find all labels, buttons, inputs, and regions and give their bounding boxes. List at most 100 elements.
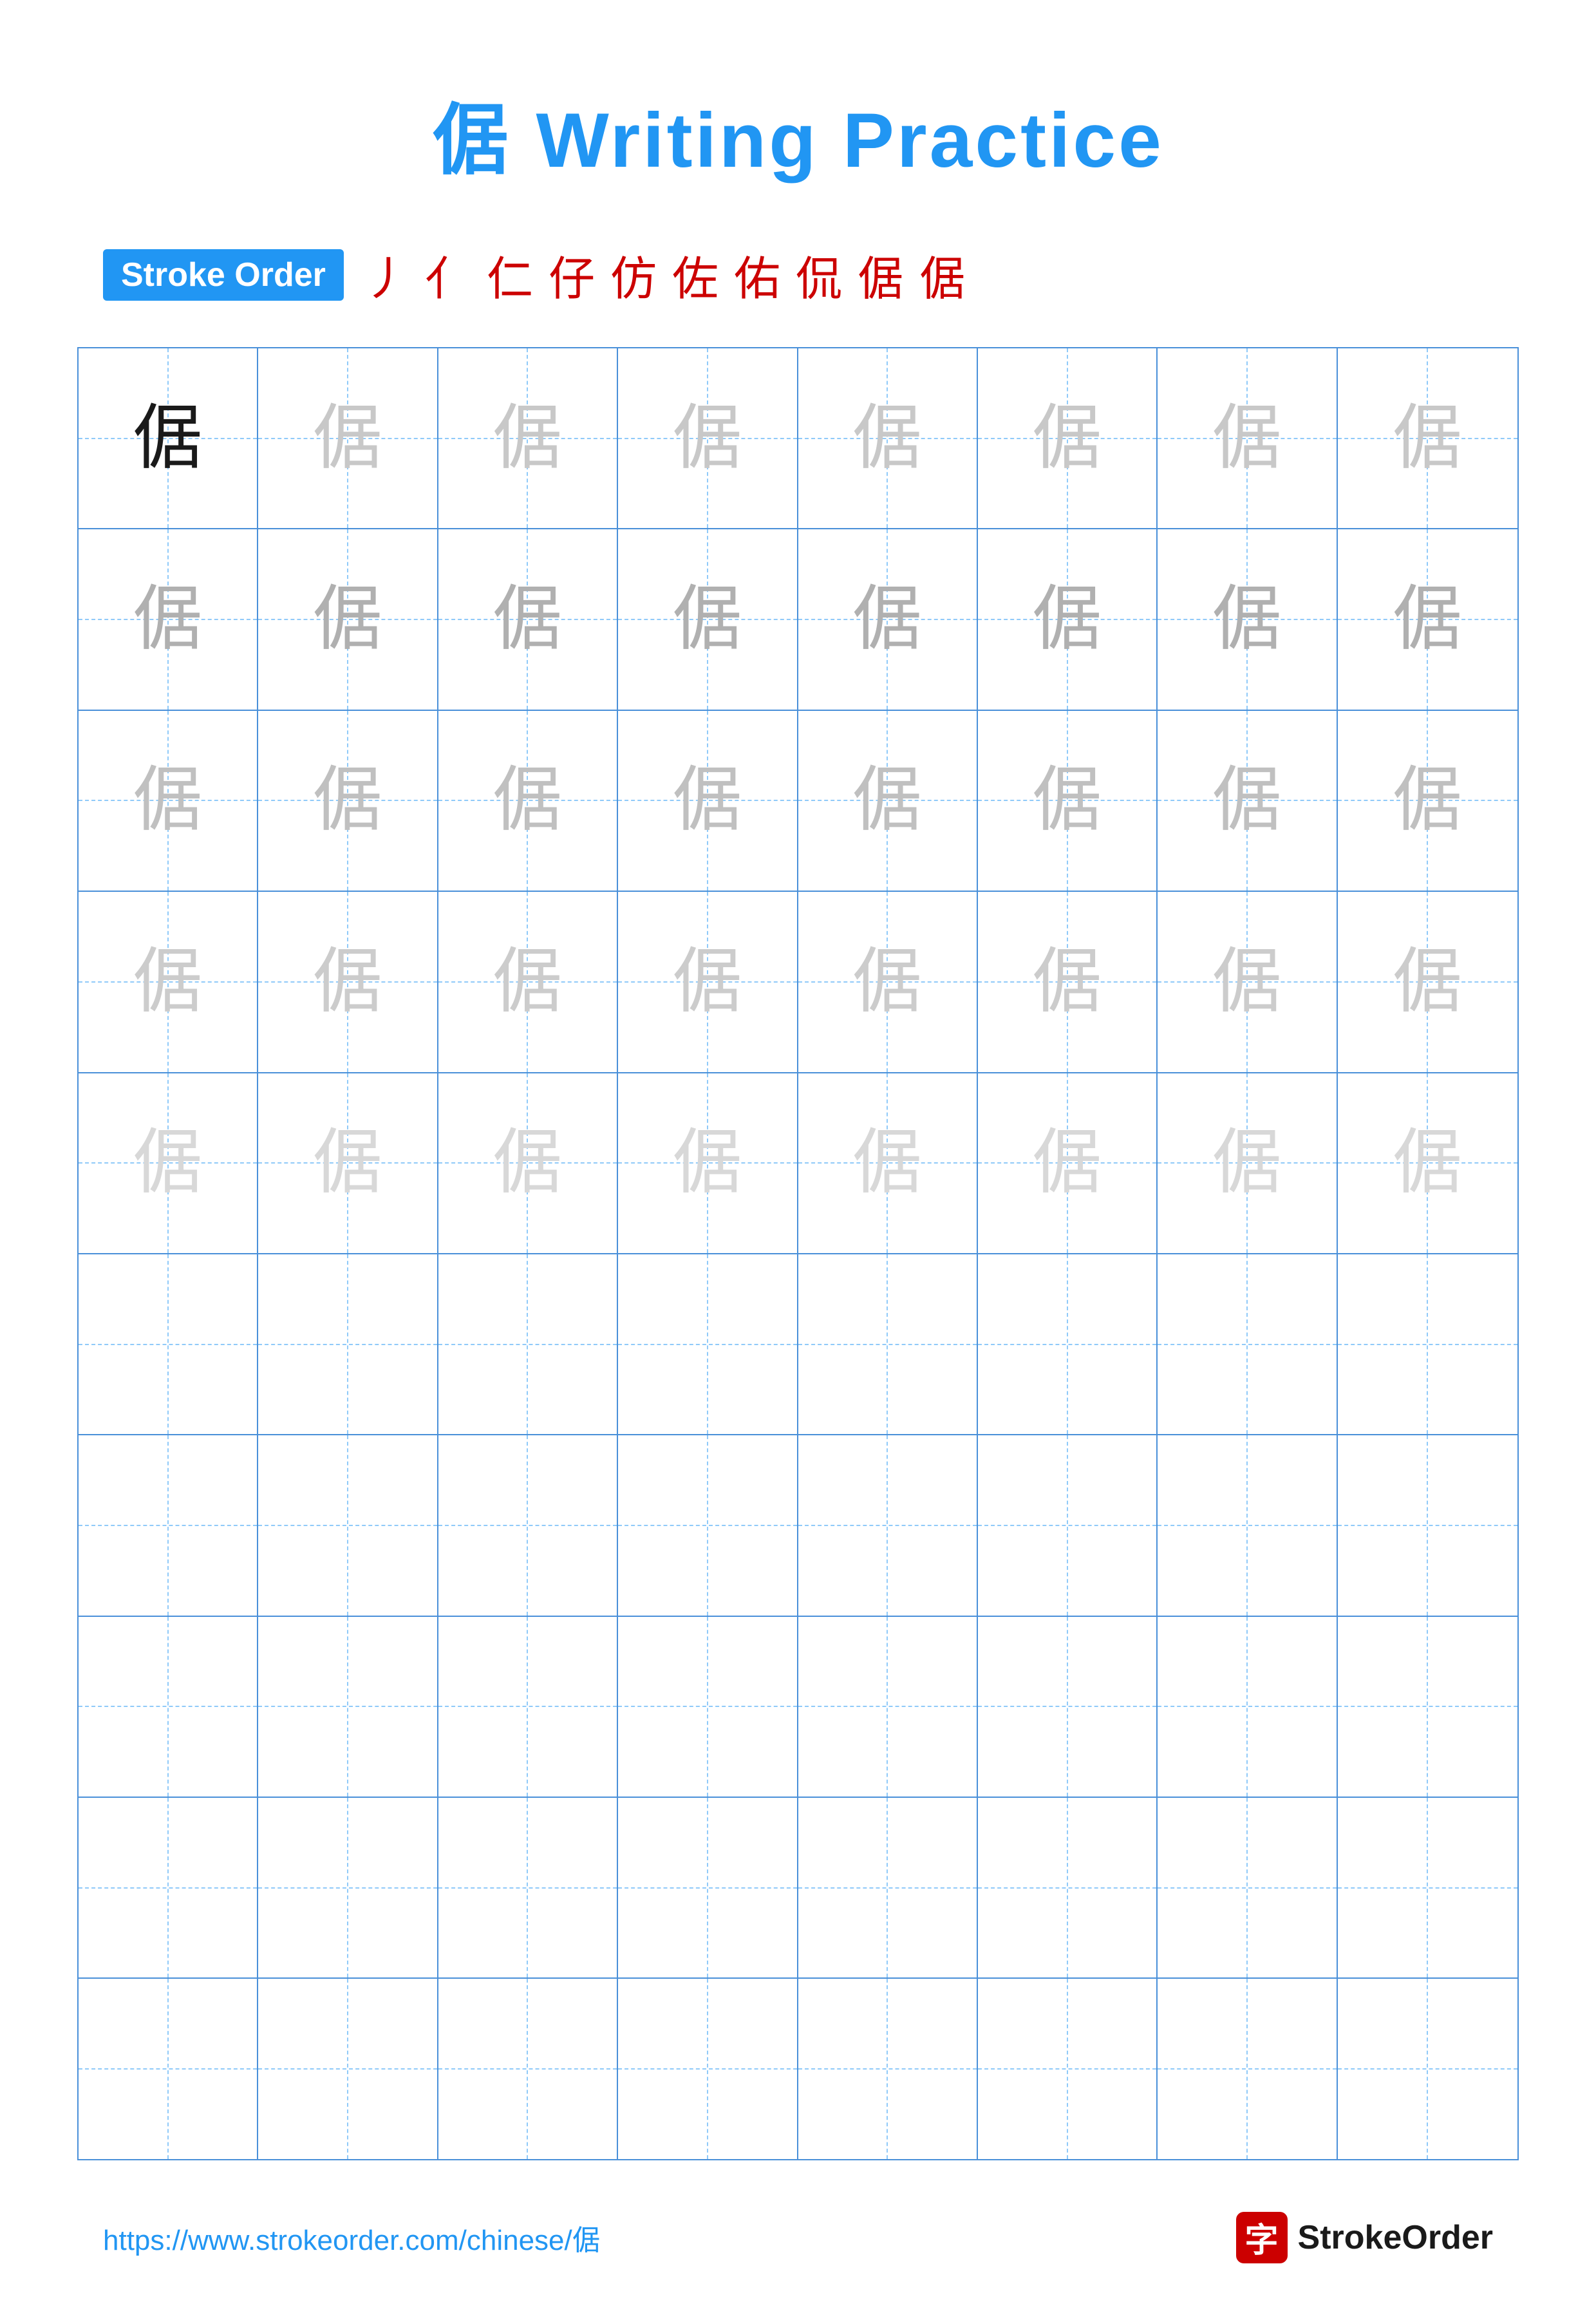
grid-cell-3-6[interactable]: 倨 — [978, 711, 1158, 891]
grid-cell-4-4[interactable]: 倨 — [618, 892, 798, 1071]
grid-cell-1-4[interactable]: 倨 — [618, 348, 798, 528]
grid-cell-5-4[interactable]: 倨 — [618, 1073, 798, 1253]
grid-cell-2-6[interactable]: 倨 — [978, 529, 1158, 709]
footer-logo-icon: 字 — [1236, 2212, 1288, 2263]
grid-cell-7-1[interactable] — [79, 1435, 258, 1615]
grid-cell-5-6[interactable]: 倨 — [978, 1073, 1158, 1253]
footer-brand-name: StrokeOrder — [1298, 2218, 1493, 2257]
grid-cell-8-7[interactable] — [1158, 1617, 1337, 1797]
grid-cell-4-7[interactable]: 倨 — [1158, 892, 1337, 1071]
grid-cell-9-5[interactable] — [798, 1798, 978, 1977]
grid-row-1: 倨 倨 倨 倨 倨 倨 倨 倨 — [79, 348, 1517, 529]
stroke-10: 倨 — [919, 241, 972, 308]
grid-cell-6-5[interactable] — [798, 1254, 978, 1434]
stroke-3: 仁 — [487, 241, 540, 308]
grid-cell-10-1[interactable] — [79, 1979, 258, 2158]
grid-cell-7-4[interactable] — [618, 1435, 798, 1615]
grid-cell-2-5[interactable]: 倨 — [798, 529, 978, 709]
grid-cell-8-4[interactable] — [618, 1617, 798, 1797]
grid-cell-3-4[interactable]: 倨 — [618, 711, 798, 891]
grid-cell-9-3[interactable] — [438, 1798, 618, 1977]
grid-cell-3-8[interactable]: 倨 — [1338, 711, 1517, 891]
grid-cell-8-2[interactable] — [258, 1617, 438, 1797]
grid-cell-1-6[interactable]: 倨 — [978, 348, 1158, 528]
grid-cell-6-7[interactable] — [1158, 1254, 1337, 1434]
grid-cell-7-8[interactable] — [1338, 1435, 1517, 1615]
grid-cell-3-3[interactable]: 倨 — [438, 711, 618, 891]
grid-cell-4-6[interactable]: 倨 — [978, 892, 1158, 1071]
grid-cell-2-7[interactable]: 倨 — [1158, 529, 1337, 709]
grid-cell-1-3[interactable]: 倨 — [438, 348, 618, 528]
grid-cell-5-3[interactable]: 倨 — [438, 1073, 618, 1253]
grid-cell-2-4[interactable]: 倨 — [618, 529, 798, 709]
grid-cell-2-1[interactable]: 倨 — [79, 529, 258, 709]
grid-cell-7-6[interactable] — [978, 1435, 1158, 1615]
grid-cell-9-6[interactable] — [978, 1798, 1158, 1977]
grid-cell-7-3[interactable] — [438, 1435, 618, 1615]
grid-cell-1-2[interactable]: 倨 — [258, 348, 438, 528]
grid-cell-8-5[interactable] — [798, 1617, 978, 1797]
grid-cell-8-1[interactable] — [79, 1617, 258, 1797]
grid-cell-3-2[interactable]: 倨 — [258, 711, 438, 891]
grid-cell-4-2[interactable]: 倨 — [258, 892, 438, 1071]
grid-row-6 — [79, 1254, 1517, 1435]
grid-row-5: 倨 倨 倨 倨 倨 倨 倨 倨 — [79, 1073, 1517, 1254]
grid-cell-4-3[interactable]: 倨 — [438, 892, 618, 1071]
grid-cell-6-6[interactable] — [978, 1254, 1158, 1434]
grid-cell-10-2[interactable] — [258, 1979, 438, 2158]
stroke-8: 侃 — [796, 241, 849, 308]
footer-url[interactable]: https://www.strokeorder.com/chinese/倨 — [103, 2217, 601, 2258]
stroke-6: 佐 — [672, 241, 725, 308]
grid-cell-3-5[interactable]: 倨 — [798, 711, 978, 891]
grid-cell-6-2[interactable] — [258, 1254, 438, 1434]
grid-cell-1-7[interactable]: 倨 — [1158, 348, 1337, 528]
stroke-order-section: Stroke Order 丿 亻 仁 仔 仿 佐 佑 侃 倨 倨 — [77, 241, 1519, 308]
grid-row-2: 倨 倨 倨 倨 倨 倨 倨 倨 — [79, 529, 1517, 710]
grid-cell-8-3[interactable] — [438, 1617, 618, 1797]
grid-cell-6-1[interactable] — [79, 1254, 258, 1434]
grid-cell-2-3[interactable]: 倨 — [438, 529, 618, 709]
grid-cell-9-8[interactable] — [1338, 1798, 1517, 1977]
grid-cell-4-1[interactable]: 倨 — [79, 892, 258, 1071]
footer: https://www.strokeorder.com/chinese/倨 字 … — [77, 2212, 1519, 2263]
grid-cell-7-7[interactable] — [1158, 1435, 1337, 1615]
grid-cell-5-8[interactable]: 倨 — [1338, 1073, 1517, 1253]
grid-cell-10-6[interactable] — [978, 1979, 1158, 2158]
grid-cell-10-3[interactable] — [438, 1979, 618, 2158]
grid-cell-5-5[interactable]: 倨 — [798, 1073, 978, 1253]
grid-cell-6-3[interactable] — [438, 1254, 618, 1434]
grid-row-8 — [79, 1617, 1517, 1798]
grid-cell-7-5[interactable] — [798, 1435, 978, 1615]
grid-cell-9-7[interactable] — [1158, 1798, 1337, 1977]
grid-cell-5-7[interactable]: 倨 — [1158, 1073, 1337, 1253]
grid-row-9 — [79, 1798, 1517, 1979]
grid-cell-10-8[interactable] — [1338, 1979, 1517, 2158]
grid-cell-3-1[interactable]: 倨 — [79, 711, 258, 891]
grid-cell-1-1[interactable]: 倨 — [79, 348, 258, 528]
grid-cell-2-2[interactable]: 倨 — [258, 529, 438, 709]
grid-cell-7-2[interactable] — [258, 1435, 438, 1615]
grid-cell-5-1[interactable]: 倨 — [79, 1073, 258, 1253]
grid-cell-10-5[interactable] — [798, 1979, 978, 2158]
stroke-2: 亻 — [425, 241, 478, 308]
grid-cell-2-8[interactable]: 倨 — [1338, 529, 1517, 709]
grid-cell-8-6[interactable] — [978, 1617, 1158, 1797]
grid-cell-1-5[interactable]: 倨 — [798, 348, 978, 528]
stroke-sequence: 丿 亻 仁 仔 仿 佐 佑 侃 倨 倨 — [363, 241, 972, 308]
page-title: 倨 Writing Practice — [77, 77, 1519, 189]
grid-cell-3-7[interactable]: 倨 — [1158, 711, 1337, 891]
grid-cell-9-1[interactable] — [79, 1798, 258, 1977]
grid-cell-8-8[interactable] — [1338, 1617, 1517, 1797]
grid-cell-10-7[interactable] — [1158, 1979, 1337, 2158]
grid-cell-4-5[interactable]: 倨 — [798, 892, 978, 1071]
stroke-order-badge: Stroke Order — [103, 249, 344, 301]
stroke-4: 仔 — [549, 241, 601, 308]
grid-cell-5-2[interactable]: 倨 — [258, 1073, 438, 1253]
grid-cell-9-4[interactable] — [618, 1798, 798, 1977]
grid-cell-6-4[interactable] — [618, 1254, 798, 1434]
grid-cell-4-8[interactable]: 倨 — [1338, 892, 1517, 1071]
grid-cell-6-8[interactable] — [1338, 1254, 1517, 1434]
grid-cell-10-4[interactable] — [618, 1979, 798, 2158]
grid-cell-1-8[interactable]: 倨 — [1338, 348, 1517, 528]
grid-cell-9-2[interactable] — [258, 1798, 438, 1977]
